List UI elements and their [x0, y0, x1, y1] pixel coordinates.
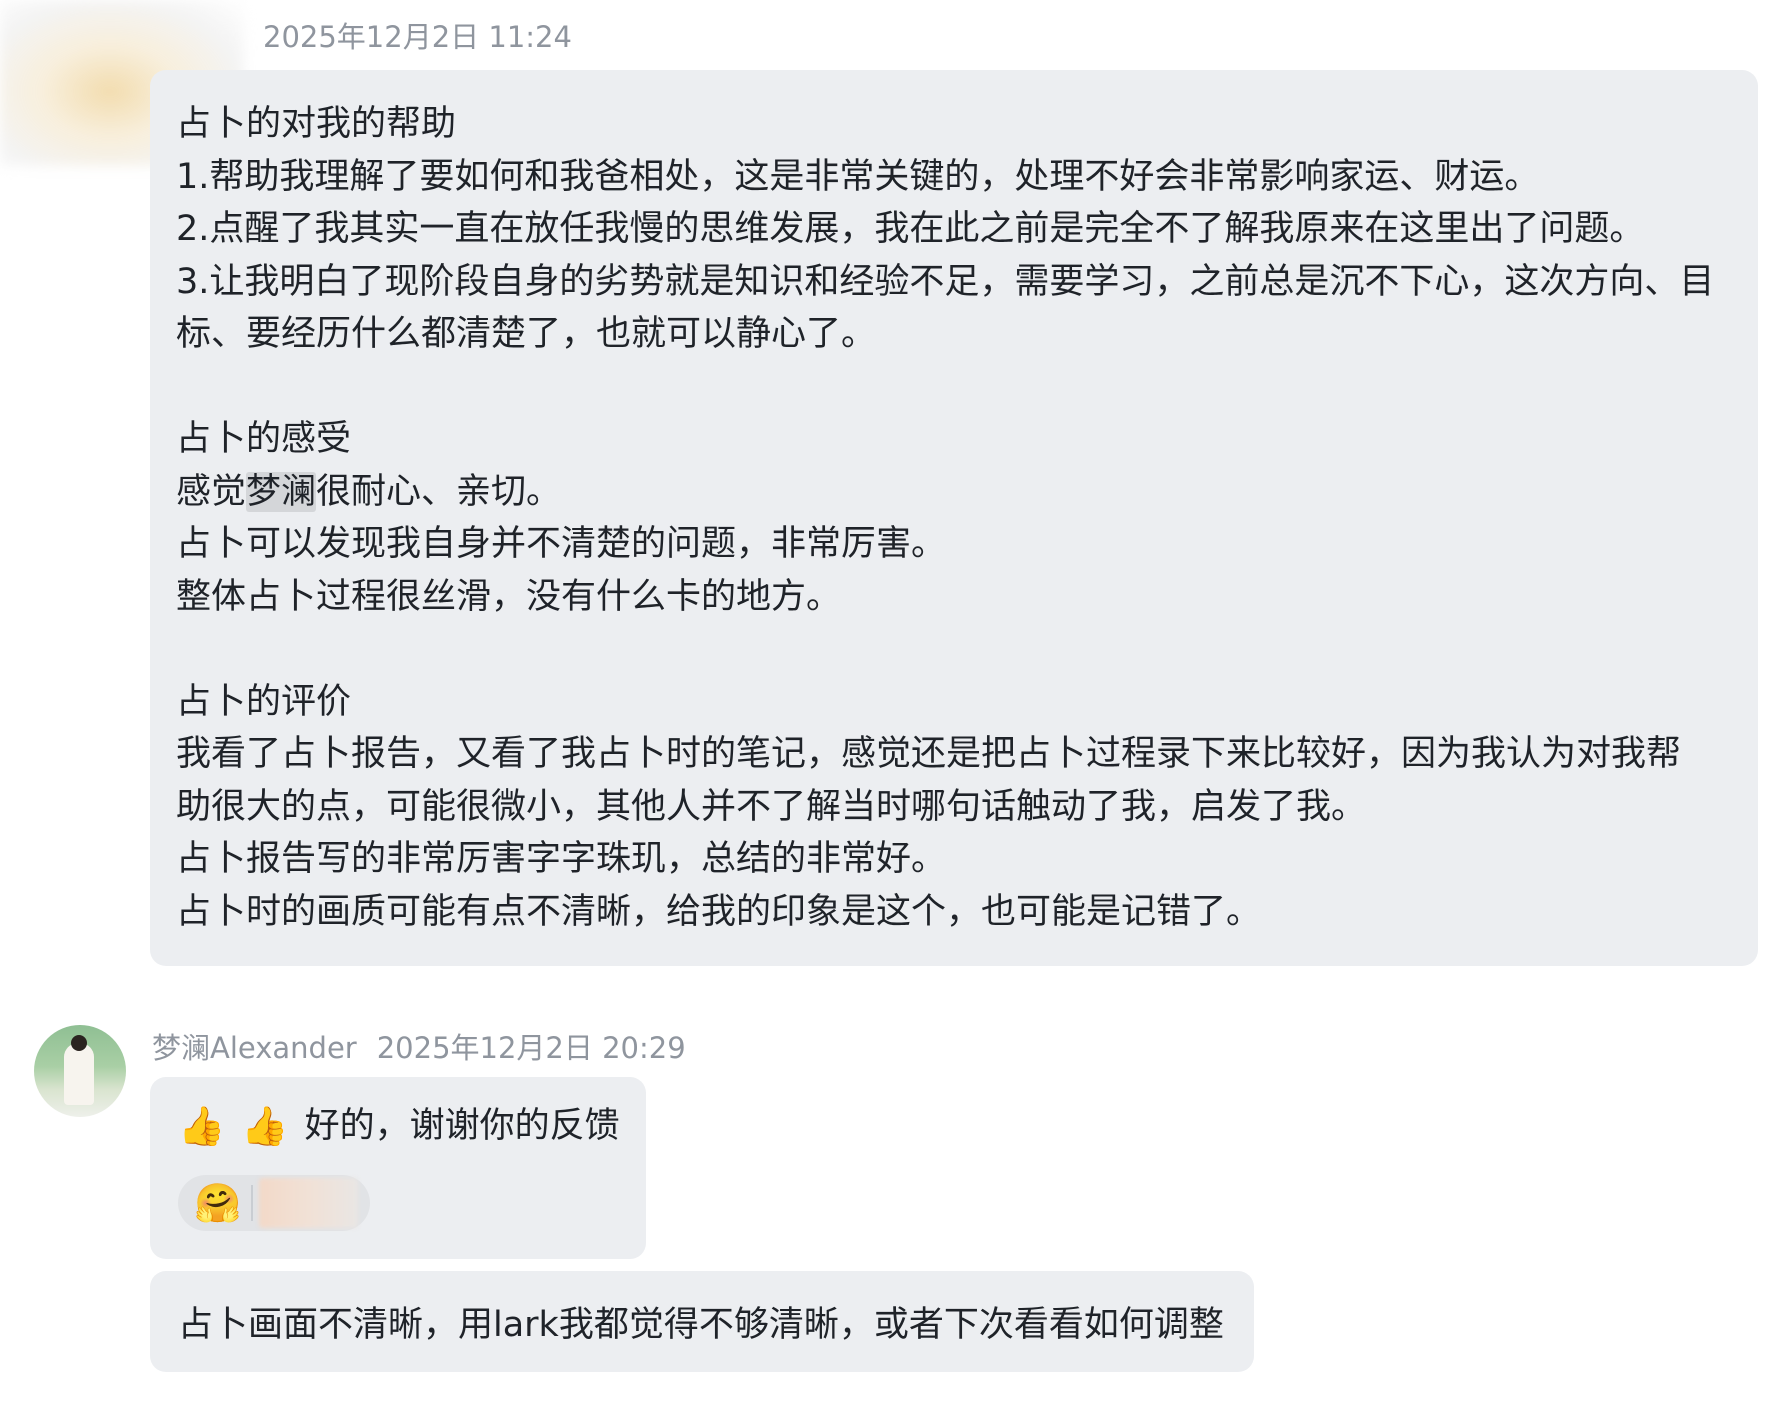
thumbs-up-icon: 👍 [241, 1104, 289, 1148]
message-line: 2.点醒了我其实一直在放任我慢的思维发展，我在此之前是完全不了解我原来在这里出了… [176, 209, 1645, 249]
message-text: 占卜画面不清晰，用lark我都觉得不够清晰，或者下次看看如何调整 [178, 1305, 1224, 1345]
message-line: 占卜的对我的帮助 [176, 104, 457, 144]
message-timestamp: 2025年12月2日 20:29 [376, 1031, 686, 1065]
message-bubble-reply[interactable]: 👍 👍 好的，谢谢你的反馈 🤗 [150, 1077, 646, 1259]
message-line: 占卜的评价 [176, 681, 352, 722]
message-line: 1.帮助我理解了要如何和我爸相处，这是非常关键的，处理不好会非常影响家运、财运。 [176, 156, 1540, 197]
message-bubble-feedback[interactable]: 占卜的对我的帮助 1.帮助我理解了要如何和我爸相处，这是非常关键的，处理不好会非… [150, 70, 1758, 966]
reaction-user-blurred[interactable] [258, 1178, 358, 1228]
message-line: 整体占卜过程很丝滑，没有什么卡的地方。 [176, 576, 842, 617]
message-line: 占卜的感受 [176, 419, 352, 459]
message-line: 我看了占卜报告，又看了我占卜时的笔记，感觉还是把占卜过程录下来比较好，因为我认为… [176, 734, 1682, 774]
reply-text: 好的，谢谢你的反馈 [304, 1106, 620, 1146]
message-timestamp: 2025年12月2日 11:24 [263, 20, 572, 54]
message-line: 占卜时的画质可能有点不清晰，给我的印象是这个，也可能是记错了。 [176, 891, 1262, 932]
mention-highlight[interactable]: 梦澜 [246, 471, 317, 512]
avatar-figure [64, 1043, 94, 1105]
sender-avatar[interactable] [34, 1025, 126, 1117]
message-line: 助很大的点，可能很微小，其他人并不了解当时哪句话触动了我，启发了我。 [176, 786, 1367, 827]
sender-name[interactable]: 梦澜Alexander [152, 1031, 357, 1065]
message-line-blank [176, 623, 1732, 676]
message-line: 占卜可以发现我自身并不清楚的问题，非常厉害。 [176, 524, 947, 564]
hug-emoji-icon: 🤗 [194, 1180, 242, 1225]
feeling-prefix: 感觉 [176, 471, 247, 512]
reply-content: 👍 👍 好的，谢谢你的反馈 [178, 1101, 620, 1151]
feeling-suffix: 很耐心、亲切。 [316, 471, 562, 512]
message-bubble-followup[interactable]: 占卜画面不清晰，用lark我都觉得不够清晰，或者下次看看如何调整 [150, 1271, 1254, 1372]
message-line: 占卜报告写的非常厉害字字珠玑，总结的非常好。 [176, 839, 947, 879]
message-header: 2025年12月2日 11:24 [263, 14, 572, 56]
message-line: 标、要经历什么都清楚了，也就可以静心了。 [176, 314, 877, 354]
message-header: 梦澜Alexander 2025年12月2日 20:29 [152, 1025, 686, 1067]
message-line: 3.让我明白了现阶段自身的劣势就是知识和经验不足，需要学习，之前总是沉不下心，这… [176, 261, 1715, 302]
avatar-head [71, 1035, 87, 1051]
reaction-pill[interactable]: 🤗 [178, 1175, 370, 1231]
message-line-feeling: 感觉梦澜很耐心、亲切。 [176, 466, 1732, 519]
message-line-blank [176, 361, 1732, 414]
thumbs-up-icon: 👍 [178, 1104, 226, 1148]
reaction-divider [251, 1185, 253, 1221]
